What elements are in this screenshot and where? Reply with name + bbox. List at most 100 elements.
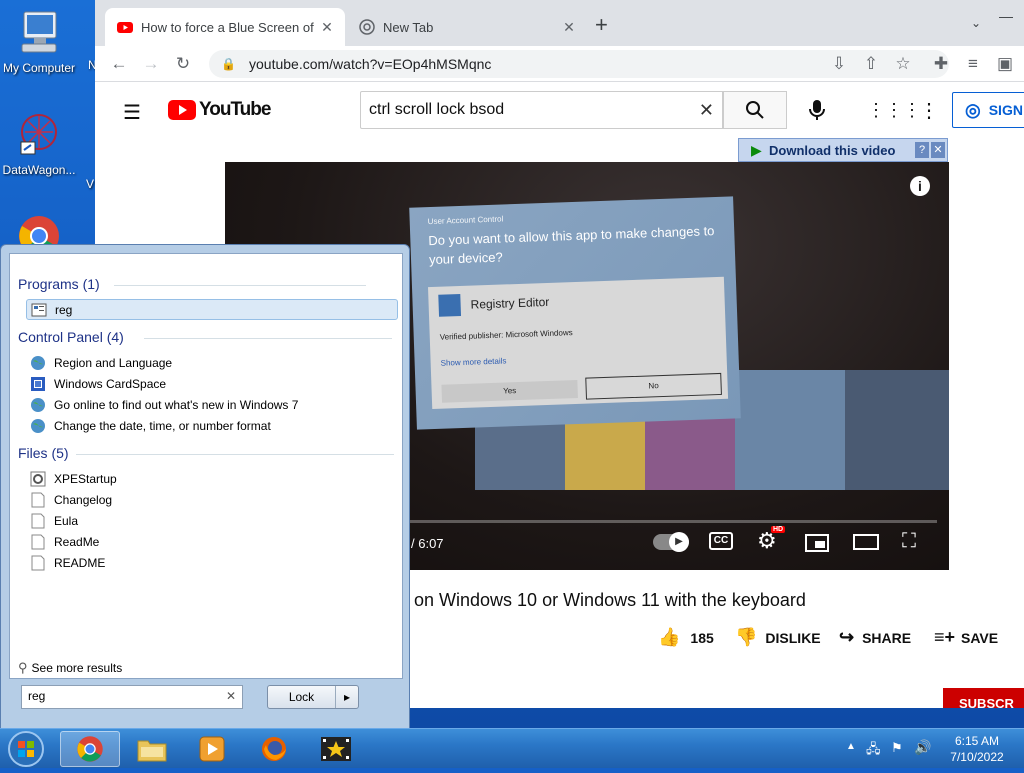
info-icon[interactable]: i [910, 176, 930, 196]
minimize-icon[interactable]: — [999, 8, 1013, 24]
lock-label: Lock [268, 686, 336, 708]
text-file-icon [30, 534, 46, 550]
result-item[interactable]: Windows CardSpace [26, 373, 398, 394]
dislike-label: DISLIKE [765, 629, 821, 646]
sign-in-button[interactable]: ◎ SIGN [952, 92, 1024, 128]
magnifier-icon: ⚲ [18, 660, 28, 675]
share-button[interactable]: ↪ SHARE [839, 627, 911, 648]
desktop-edge-label: V [86, 177, 95, 191]
forward-icon[interactable]: → [139, 52, 163, 76]
show-hidden-icons-arrow[interactable]: ▲ [846, 741, 856, 752]
tab-title: New Tab [383, 19, 434, 35]
chrome-icon [77, 736, 103, 762]
group-heading-files: Files (5) [18, 445, 69, 461]
subscribe-button[interactable]: SUBSCR [943, 688, 1024, 708]
text-file-icon [30, 555, 46, 571]
settings-gear-icon[interactable]: ⚙ HD [757, 526, 786, 554]
apps-grid-icon[interactable]: ⋮⋮⋮ [867, 100, 921, 121]
like-button[interactable]: 👍 185 [658, 627, 714, 648]
new-tab-button[interactable]: + [595, 14, 608, 36]
group-heading-programs: Programs (1) [18, 276, 100, 292]
search-button[interactable] [723, 91, 787, 129]
globe-icon [30, 355, 46, 371]
youtube-logo[interactable]: YouTube [168, 99, 271, 121]
uac-details-link: Show more details [440, 356, 507, 368]
tab-title: How to force a Blue Screen of De [141, 19, 317, 35]
microphone-icon[interactable] [807, 98, 827, 122]
result-item[interactable]: Region and Language [26, 352, 398, 373]
share-icon[interactable]: ⇧ [859, 52, 883, 76]
firefox-icon [262, 737, 286, 761]
miniplayer-icon[interactable] [805, 534, 829, 552]
result-item[interactable]: Changelog [26, 489, 398, 510]
sign-in-label: SIGN [988, 102, 1023, 118]
close-icon[interactable]: ✕ [931, 142, 945, 158]
taskbar-chrome[interactable] [60, 731, 120, 767]
search-icon [746, 101, 764, 119]
theater-mode-icon[interactable] [853, 534, 879, 550]
desktop-icon-datawagon[interactable]: DataWagon... [0, 112, 84, 177]
tab-new-tab[interactable]: New Tab ✕ [347, 8, 587, 46]
playlist-add-icon: ≡+ [934, 627, 956, 647]
tab-youtube[interactable]: How to force a Blue Screen of De ✕ [105, 8, 345, 46]
download-video-bar[interactable]: ▶ Download this video ? ✕ [738, 138, 948, 162]
result-item[interactable]: Go online to find out what's new in Wind… [26, 394, 398, 415]
result-item[interactable]: Eula [26, 510, 398, 531]
see-more-results-link[interactable]: ⚲ See more results [18, 660, 122, 676]
result-item[interactable]: reg [26, 299, 398, 320]
dislike-button[interactable]: 👎 DISLIKE [735, 627, 821, 648]
divider [144, 338, 392, 339]
uac-header: User Account Control [427, 214, 504, 227]
taskbar-media-player[interactable] [182, 731, 242, 767]
youtube-logo-text: YouTube [199, 99, 271, 120]
result-item[interactable]: README [26, 552, 398, 573]
taskbar-movie-maker[interactable] [306, 731, 366, 767]
taskbar-firefox[interactable] [244, 731, 304, 767]
result-label: README [54, 555, 106, 570]
menu-icon[interactable]: ☰ [123, 100, 141, 125]
result-item[interactable]: XPEStartup [26, 468, 398, 489]
result-item[interactable]: ReadMe [26, 531, 398, 552]
reload-icon[interactable]: ↻ [171, 52, 195, 76]
movie-maker-icon [321, 737, 351, 761]
fullscreen-icon[interactable]: ⛶ [902, 530, 916, 553]
text-file-icon [30, 513, 46, 529]
clear-search-icon[interactable]: ✕ [699, 100, 714, 121]
desktop-icon-label: My Computer [2, 61, 76, 75]
install-icon[interactable]: ⇩ [827, 52, 851, 76]
save-button[interactable]: ≡+ SAVE [934, 627, 998, 648]
close-icon[interactable]: ✕ [559, 19, 579, 36]
side-panel-icon[interactable]: ▣ [993, 52, 1017, 76]
youtube-search-input[interactable]: ctrl scroll lock bsod ✕ [360, 91, 723, 129]
result-label: reg [55, 302, 73, 317]
close-icon[interactable]: ✕ [317, 19, 337, 36]
back-icon[interactable]: ← [107, 52, 131, 76]
result-item[interactable]: Change the date, time, or number format [26, 415, 398, 436]
desktop-icon-label: DataWagon... [2, 163, 76, 177]
extensions-icon[interactable]: ✚ [929, 52, 953, 76]
network-icon[interactable]: 🖧 [866, 740, 881, 762]
help-icon[interactable]: ? [915, 142, 929, 158]
lock-options-arrow[interactable]: ▸ [336, 686, 358, 708]
account-icon: ◎ [965, 99, 981, 120]
desktop-icon-my-computer[interactable]: My Computer [0, 10, 84, 75]
action-center-flag-icon[interactable]: ⚑ [891, 740, 903, 756]
result-label: Changelog [54, 492, 113, 507]
volume-icon[interactable]: 🔊 [914, 739, 931, 756]
reading-list-icon[interactable]: ≡ [961, 52, 985, 76]
autoplay-toggle[interactable]: ▶ [653, 532, 689, 552]
start-menu-results: Programs (1) reg Control Panel (4) Regio… [9, 253, 403, 679]
lock-button[interactable]: Lock ▸ [267, 685, 359, 709]
share-label: SHARE [862, 629, 912, 646]
start-search-input[interactable]: reg ✕ [21, 685, 243, 709]
bookmark-star-icon[interactable]: ☆ [891, 52, 915, 76]
captions-icon[interactable]: CC [709, 532, 733, 550]
taskbar-explorer[interactable] [122, 731, 182, 767]
divider [76, 454, 394, 455]
tab-search-icon[interactable]: ⌄ [971, 16, 981, 30]
share-arrow-icon: ↪ [839, 627, 855, 647]
clear-search-icon[interactable]: ✕ [226, 689, 236, 703]
start-button[interactable] [6, 730, 46, 768]
clock[interactable]: 6:15 AM 7/10/2022 [936, 733, 1018, 765]
more-options-icon[interactable]: ⋮ [919, 98, 939, 123]
